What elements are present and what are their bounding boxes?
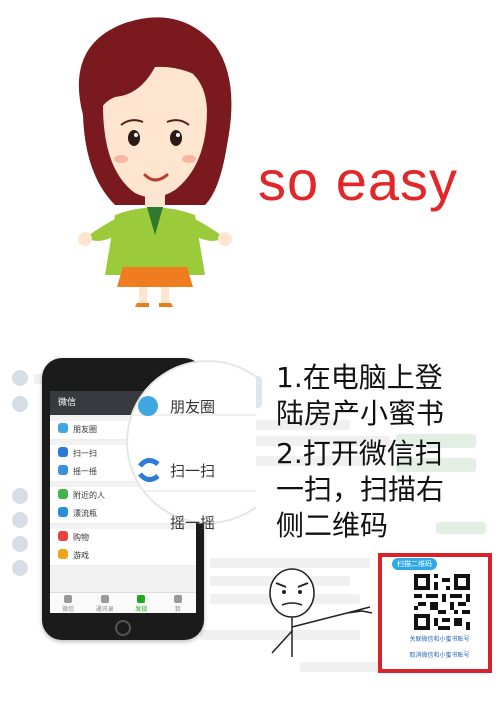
tab-label: 通讯录 [95, 606, 114, 613]
bg-icon [12, 370, 28, 386]
headline-so-easy: so easy [258, 149, 458, 212]
tab-contacts[interactable]: 通讯录 [87, 593, 124, 613]
instructions: 1.在电脑上登 陆房产小蜜书 2.打开微信扫 一扫，扫描右 侧二维码 [276, 360, 481, 544]
qr-badge: 扫描二维码 [392, 558, 437, 570]
magnifier-zoom: 朋友圈 扫一扫 摇一摇 [108, 360, 256, 532]
menu-item-label: 漂流瓶 [73, 509, 97, 518]
tab-chats[interactable]: 微信 [50, 593, 87, 613]
drift-bottle-icon [58, 507, 68, 517]
step-1-line-2: 陆房产小蜜书 [276, 397, 445, 430]
qr-caption-unlink[interactable]: 取消微信和小蜜书账号 [392, 650, 487, 659]
step-2-line-1: 2.打开微信扫 [276, 437, 443, 470]
bg-icon [12, 560, 28, 576]
menu-item-label: 朋友圈 [73, 425, 97, 434]
scan-icon [58, 447, 68, 457]
bg-icon [12, 488, 28, 504]
tab-me[interactable]: 我 [160, 593, 197, 613]
tab-label: 我 [174, 606, 181, 613]
shake-icon [58, 465, 68, 475]
person-icon [173, 595, 182, 603]
moments-icon [58, 423, 68, 433]
pointing-stick-figure [269, 568, 373, 657]
menu-item-games[interactable]: 游戏 [50, 547, 196, 566]
contacts-icon [100, 595, 109, 603]
bg-icon [12, 396, 28, 412]
step-2-line-3: 侧二维码 [276, 509, 389, 542]
magnified-shake-label: 摇一摇 [170, 514, 216, 532]
magnified-scan-label: 扫一扫 [170, 462, 216, 480]
qr-caption-link[interactable]: 关联微信和小蜜书账号 [392, 634, 487, 643]
bg-icon [12, 536, 28, 552]
menu-item-label: 购物 [73, 533, 89, 542]
menu-item-label: 扫一扫 [73, 449, 97, 458]
magnifier-lens [126, 360, 256, 524]
tab-label: 发现 [135, 606, 148, 613]
games-icon [58, 549, 68, 559]
menu-item-label: 摇一摇 [73, 467, 97, 476]
nearby-people-icon [58, 489, 68, 499]
step-2-line-2: 一扫，扫描右 [276, 473, 445, 506]
magnified-moments-label: 朋友圈 [170, 398, 216, 416]
qr-code[interactable] [414, 574, 470, 630]
step-1-line-1: 1.在电脑上登 [276, 361, 443, 394]
compass-icon [137, 595, 146, 603]
home-button[interactable] [115, 620, 131, 636]
tab-label: 微信 [62, 606, 75, 613]
chat-icon [64, 595, 73, 603]
menu-item-label: 游戏 [73, 551, 89, 560]
bg-icon [12, 512, 28, 528]
cartoon-woman-illustration [78, 17, 232, 307]
shopping-icon [58, 531, 68, 541]
menu-item-label: 附近的人 [73, 491, 105, 500]
tab-discover[interactable]: 发现 [123, 593, 160, 613]
wechat-tab-bar: 微信 通讯录 发现 我 [50, 592, 196, 613]
